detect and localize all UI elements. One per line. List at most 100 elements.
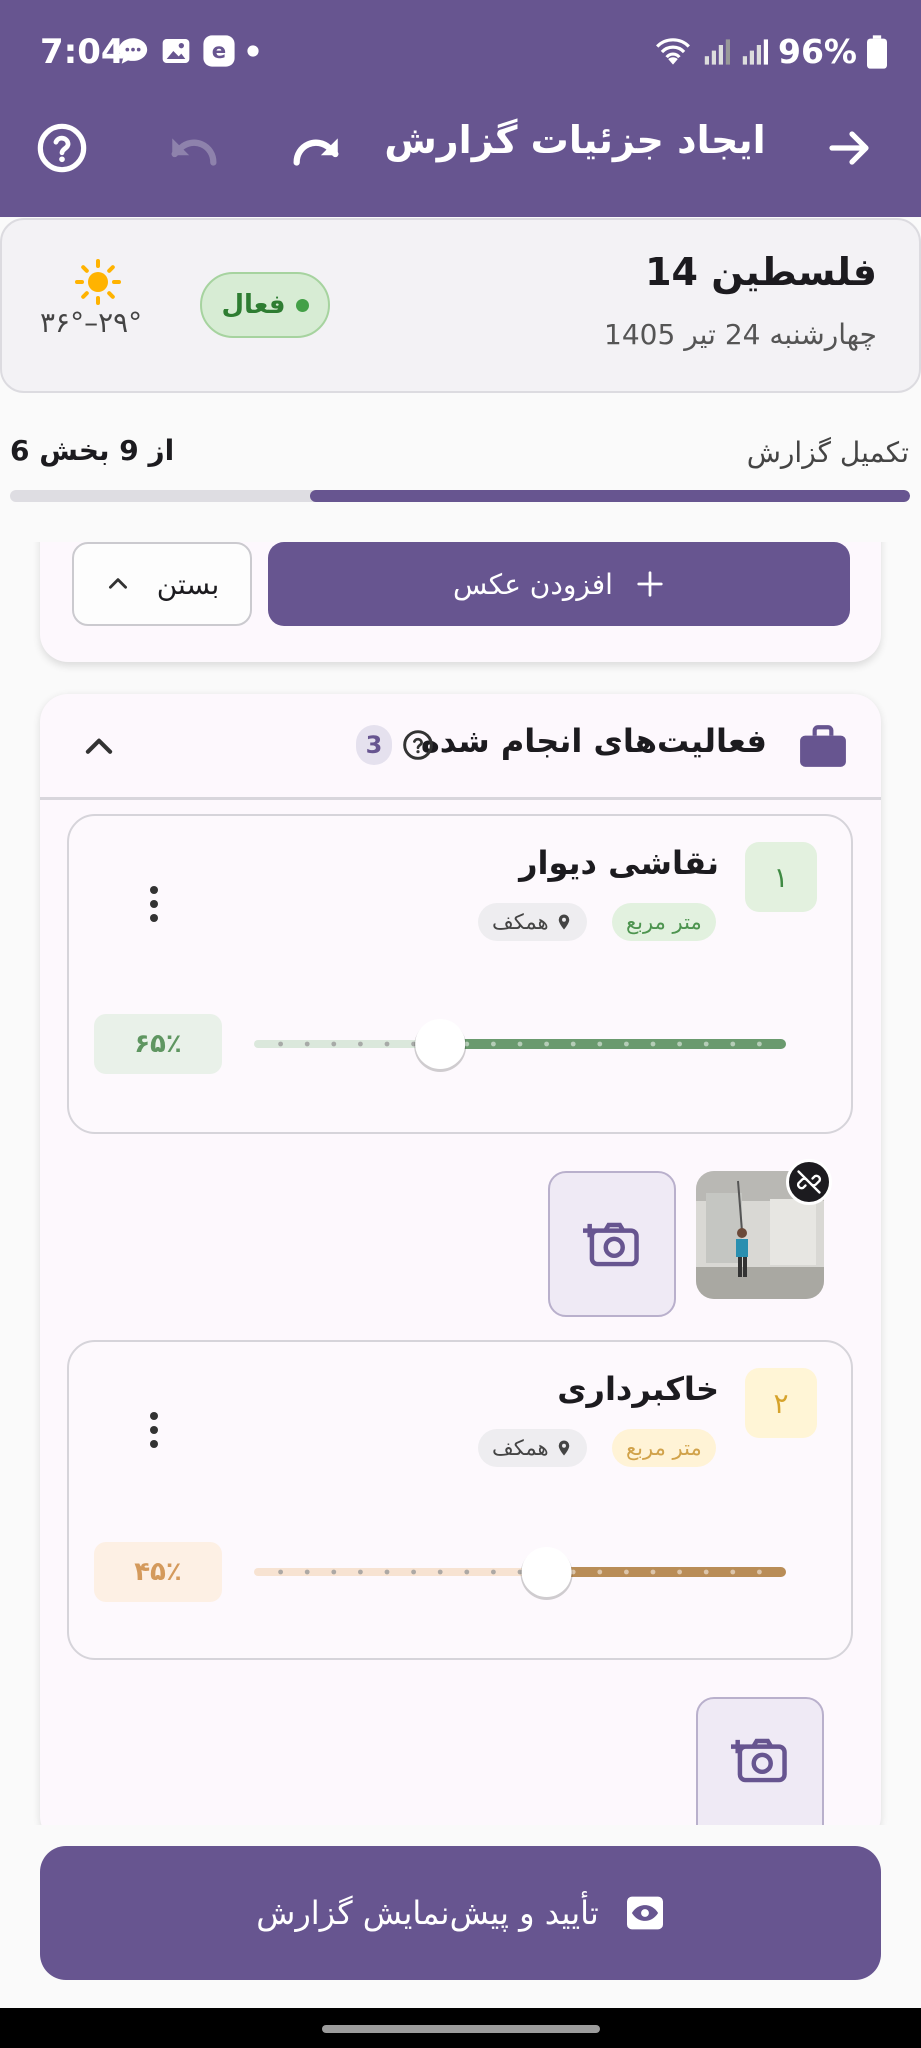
activity-number: ۱ [745, 842, 817, 912]
location-chip: همکف [478, 1429, 587, 1467]
chevron-up-icon [85, 738, 113, 754]
confirm-preview-button[interactable]: تأیید و پیش‌نمایش گزارش [40, 1846, 881, 1980]
close-button[interactable]: بستن [72, 542, 252, 626]
progress-fill [310, 490, 910, 502]
notification-icons: e [116, 34, 260, 68]
slider-tick [411, 1569, 416, 1575]
activity-number: ۲ [745, 1368, 817, 1438]
gallery-icon [162, 39, 190, 63]
slider-tick [384, 1569, 390, 1575]
unlink-icon [797, 1170, 821, 1194]
activity-card-1 [67, 814, 853, 1134]
slider-tick [491, 1041, 496, 1047]
redo-icon [293, 138, 339, 166]
location-label: همکف [492, 1436, 549, 1460]
activities-help-button[interactable] [402, 729, 434, 765]
add-photo-icon [583, 1222, 639, 1267]
progress-slider[interactable] [254, 1532, 786, 1612]
clip-area [0, 1697, 921, 1825]
slider-tick [677, 1569, 682, 1575]
status-right-group: 96% [654, 32, 887, 71]
slider-tick [703, 1041, 709, 1047]
slider-tick [331, 1569, 337, 1575]
add-photo-button[interactable]: افزودن عکس [268, 542, 850, 626]
slider-tick [491, 1569, 496, 1575]
eye-icon [626, 1896, 663, 1930]
activities-count-badge: 3 [356, 725, 392, 765]
location-pin-icon [558, 1440, 569, 1456]
slider-thumb[interactable] [521, 1547, 572, 1597]
slider-tick [517, 1041, 523, 1047]
activity-menu-button[interactable] [150, 1412, 158, 1448]
slider-tick [597, 1041, 603, 1047]
activity-title: خاکبرداری [557, 1370, 719, 1408]
progress-label: تکمیل گزارش [746, 436, 909, 469]
project-date: چهارشنبه 24 تیر 1405 [604, 318, 877, 351]
undo-icon [171, 138, 217, 166]
back-button[interactable] [820, 118, 880, 178]
slider-tick [358, 1569, 363, 1575]
slider-active-track [546, 1567, 786, 1577]
help-icon [37, 123, 87, 173]
slider-tick [757, 1041, 762, 1047]
location-pin-icon [558, 914, 569, 930]
wifi-icon [656, 37, 690, 65]
slider-tick [570, 1041, 576, 1047]
slider-tick [650, 1041, 656, 1047]
percent-box: ۶۵٪ [94, 1014, 222, 1074]
forward-arrow-icon [829, 131, 869, 165]
app-e-icon: e [203, 35, 235, 67]
slider-tick [624, 1041, 629, 1047]
slider-tick [278, 1041, 283, 1047]
status-bar: 7:04 e 96% [0, 0, 921, 105]
location-label: همکف [492, 910, 549, 934]
svg-text:e: e [212, 39, 226, 64]
signal-icon-1 [704, 38, 730, 65]
slider-tick [278, 1569, 283, 1575]
unlink-photo-button[interactable] [786, 1159, 832, 1205]
activities-title: فعالیت‌های انجام شده [420, 722, 767, 760]
slider-tick [358, 1041, 363, 1047]
collapse-activities-button[interactable] [80, 728, 118, 770]
battery-icon [867, 34, 887, 69]
progress-count: 6 از 9 بخش [10, 434, 175, 467]
home-handle[interactable] [322, 2025, 600, 2033]
slider-tick [677, 1041, 682, 1047]
help-button[interactable] [36, 118, 88, 178]
slider-tick [384, 1041, 390, 1047]
redo-button[interactable] [286, 118, 346, 178]
chevron-up-icon [108, 578, 127, 589]
project-name: فلسطین 14 [645, 250, 877, 294]
status-dot [295, 298, 309, 312]
slider-tick [757, 1569, 762, 1575]
status-badge: فعال [200, 272, 330, 338]
slider-tick [544, 1041, 549, 1047]
confirm-label: تأیید و پیش‌نمایش گزارش [256, 1894, 599, 1932]
weather [74, 258, 122, 310]
slider-thumb[interactable] [415, 1019, 466, 1069]
message-icon [118, 38, 148, 64]
slider-tick [703, 1569, 709, 1575]
battery-percent: 96% [778, 32, 857, 71]
slider-tick [304, 1569, 310, 1575]
slider-tick [730, 1569, 736, 1575]
status-time: 7:04 [40, 32, 125, 72]
activity-menu-button[interactable] [150, 886, 158, 922]
add-activity-photo-button[interactable] [548, 1171, 676, 1317]
slider-tick [624, 1569, 629, 1575]
progress-bar [10, 490, 910, 502]
close-label: بستن [156, 567, 220, 601]
page-title: ایجاد جزئیات گزارش [384, 118, 766, 162]
undo-button[interactable] [164, 118, 224, 178]
slider-tick [331, 1041, 337, 1047]
slider-tick [650, 1569, 656, 1575]
slider-graphic [254, 1019, 786, 1072]
slider-graphic [254, 1547, 786, 1600]
briefcase-icon [800, 725, 846, 767]
status-label: فعال [221, 290, 286, 320]
add-activity-photo-button[interactable] [696, 1697, 824, 1825]
progress-slider[interactable] [254, 1004, 786, 1084]
slider-tick [597, 1569, 603, 1575]
slider-tick [437, 1569, 443, 1575]
unit-chip: متر مربع [612, 1429, 716, 1467]
